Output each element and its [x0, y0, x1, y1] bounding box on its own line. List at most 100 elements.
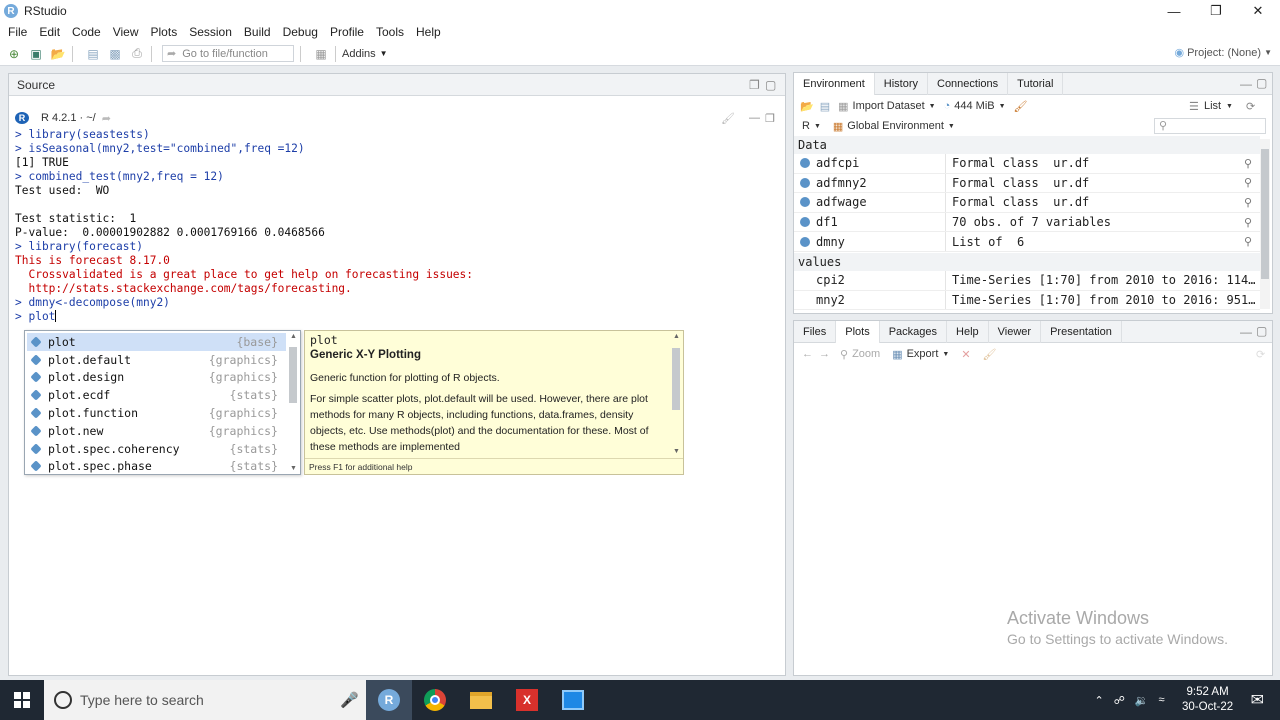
env-row[interactable]: mny2 Time-Series [1:70] from 2010 to 2016…: [794, 290, 1260, 311]
open-file-icon[interactable]: 📂: [50, 46, 66, 62]
environment-scrollbar[interactable]: [1260, 139, 1270, 309]
menu-session[interactable]: Session: [183, 25, 238, 39]
help-scroll-thumb[interactable]: [672, 348, 680, 410]
env-scroll-thumb[interactable]: [1261, 149, 1269, 279]
env-row[interactable]: dmny List of 6 ⚲: [794, 232, 1260, 252]
plot-forward-icon[interactable]: →: [819, 348, 830, 360]
wifi-icon[interactable]: ≈: [1159, 694, 1165, 706]
expand-object-icon[interactable]: [800, 197, 810, 208]
menu-debug[interactable]: Debug: [277, 25, 324, 39]
env-row[interactable]: cpi2 Time-Series [1:70] from 2010 to 2016…: [794, 271, 1260, 291]
maximize-pane-icon[interactable]: ▢: [765, 78, 776, 92]
menu-view[interactable]: View: [107, 25, 145, 39]
taskbar-app[interactable]: [550, 680, 596, 720]
notifications-icon[interactable]: ✉: [1251, 690, 1264, 710]
save-workspace-icon[interactable]: ▤: [820, 100, 830, 113]
start-button[interactable]: [0, 680, 44, 720]
view-object-icon[interactable]: ⚲: [1244, 216, 1260, 229]
env-row[interactable]: df1 70 obs. of 7 variables ⚲: [794, 212, 1260, 233]
global-env-dropdown[interactable]: Global Environment: [847, 120, 944, 132]
view-object-icon[interactable]: ⚲: [1244, 235, 1260, 248]
plot-back-icon[interactable]: ←: [802, 348, 813, 360]
refresh-plots-icon[interactable]: ⟳: [1256, 348, 1265, 361]
working-dir-link-icon[interactable]: ➦: [102, 112, 111, 125]
tab-plots[interactable]: Plots: [836, 321, 880, 343]
help-scrollbar[interactable]: ▲ ▼: [671, 333, 681, 455]
tab-tutorial[interactable]: Tutorial: [1008, 73, 1064, 95]
env-search-input[interactable]: ⚲: [1154, 118, 1266, 134]
autocomplete-item[interactable]: plot.spec.phase {stats}: [27, 458, 286, 476]
expand-object-icon[interactable]: [800, 217, 810, 228]
new-file-icon[interactable]: ⊕: [6, 46, 22, 62]
minimize-console-icon[interactable]: —: [749, 112, 760, 124]
autocomplete-item[interactable]: plot {base}: [27, 333, 286, 351]
autocomplete-item[interactable]: plot.function {graphics}: [27, 404, 286, 422]
scroll-up-icon[interactable]: ▲: [290, 333, 297, 340]
close-button[interactable]: ✕: [1236, 0, 1280, 22]
language-dropdown[interactable]: R: [802, 120, 810, 132]
scroll-down-icon[interactable]: ▼: [290, 465, 297, 472]
autocomplete-popup[interactable]: ▲ ▼ plot {base} plot.default {graphics} plot…: [24, 330, 301, 475]
clear-console-icon[interactable]: 🖌: [721, 112, 735, 125]
project-menu[interactable]: ◉ Project: (None) ▼: [1174, 46, 1272, 60]
new-project-icon[interactable]: ▣: [28, 46, 44, 62]
memory-usage[interactable]: 444 MiB: [954, 100, 994, 112]
export-button[interactable]: Export: [907, 348, 939, 360]
import-dataset-button[interactable]: Import Dataset: [853, 100, 925, 112]
tab-files[interactable]: Files: [794, 321, 837, 343]
maximize-plots-icon[interactable]: ▢: [1256, 324, 1267, 338]
env-row[interactable]: adfmny2 Formal class ur.df ⚲: [794, 173, 1260, 194]
restore-button[interactable]: ❐: [1194, 0, 1238, 22]
tab-viewer[interactable]: Viewer: [989, 321, 1042, 343]
menu-profile[interactable]: Profile: [324, 25, 370, 39]
menu-edit[interactable]: Edit: [33, 25, 66, 39]
clear-plots-broom-icon[interactable]: 🖌: [983, 348, 997, 361]
view-object-icon[interactable]: ⚲: [1244, 176, 1260, 189]
taskbar-rstudio[interactable]: R: [366, 680, 412, 720]
menu-tools[interactable]: Tools: [370, 25, 410, 39]
minimize-env-icon[interactable]: —: [1240, 77, 1252, 91]
autocomplete-item[interactable]: plot.ecdf {stats}: [27, 386, 286, 404]
tab-presentation[interactable]: Presentation: [1041, 321, 1122, 343]
goto-file-input[interactable]: ➦ Go to file/function: [162, 45, 294, 62]
refresh-env-icon[interactable]: ⟳: [1246, 100, 1255, 113]
menu-code[interactable]: Code: [66, 25, 107, 39]
taskbar-file-explorer[interactable]: [458, 680, 504, 720]
tray-overflow-icon[interactable]: ⌃: [1094, 694, 1103, 707]
taskbar-search-input[interactable]: Type here to search 🎤: [44, 680, 366, 720]
menu-help[interactable]: Help: [410, 25, 447, 39]
save-icon[interactable]: ▤: [85, 46, 101, 62]
help-scroll-down-icon[interactable]: ▼: [673, 448, 680, 455]
remove-plot-icon[interactable]: ✕: [961, 348, 970, 361]
env-row[interactable]: adfcpi Formal class ur.df ⚲: [794, 154, 1260, 174]
tab-help[interactable]: Help: [947, 321, 989, 343]
menu-file[interactable]: File: [2, 25, 33, 39]
view-object-icon[interactable]: ⚲: [1244, 196, 1260, 209]
console-prompt[interactable]: > plot: [15, 310, 775, 324]
autocomplete-scrollbar[interactable]: ▲ ▼: [288, 333, 298, 472]
clear-env-broom-icon[interactable]: 🖌: [1014, 100, 1028, 113]
restore-pane-icon[interactable]: ❐: [749, 78, 760, 92]
taskbar-chrome[interactable]: [412, 680, 458, 720]
zoom-button[interactable]: Zoom: [852, 348, 880, 360]
load-workspace-icon[interactable]: 📂: [800, 100, 814, 113]
list-view-dropdown[interactable]: List: [1204, 100, 1221, 112]
autocomplete-item[interactable]: plot.new {graphics}: [27, 422, 286, 440]
tab-connections[interactable]: Connections: [928, 73, 1009, 95]
pane-layout-icon[interactable]: ▦: [313, 46, 329, 62]
tab-packages[interactable]: Packages: [880, 321, 948, 343]
addins-menu[interactable]: Addins: [342, 48, 376, 60]
minimize-button[interactable]: —: [1152, 0, 1196, 22]
help-scroll-up-icon[interactable]: ▲: [673, 333, 680, 340]
autocomplete-item[interactable]: plot.default {graphics}: [27, 351, 286, 369]
env-row[interactable]: adfwage Formal class ur.df ⚲: [794, 193, 1260, 213]
volume-icon[interactable]: 🔉: [1135, 694, 1149, 707]
print-icon[interactable]: ⎙: [129, 46, 145, 62]
autocomplete-scroll-thumb[interactable]: [289, 347, 297, 403]
tab-history[interactable]: History: [875, 73, 928, 95]
expand-object-icon[interactable]: [800, 236, 810, 247]
taskbar-excel[interactable]: X: [504, 680, 550, 720]
maximize-env-icon[interactable]: ▢: [1256, 76, 1267, 90]
maximize-console-icon[interactable]: ❐: [765, 112, 775, 125]
save-all-icon[interactable]: ▩: [107, 46, 123, 62]
